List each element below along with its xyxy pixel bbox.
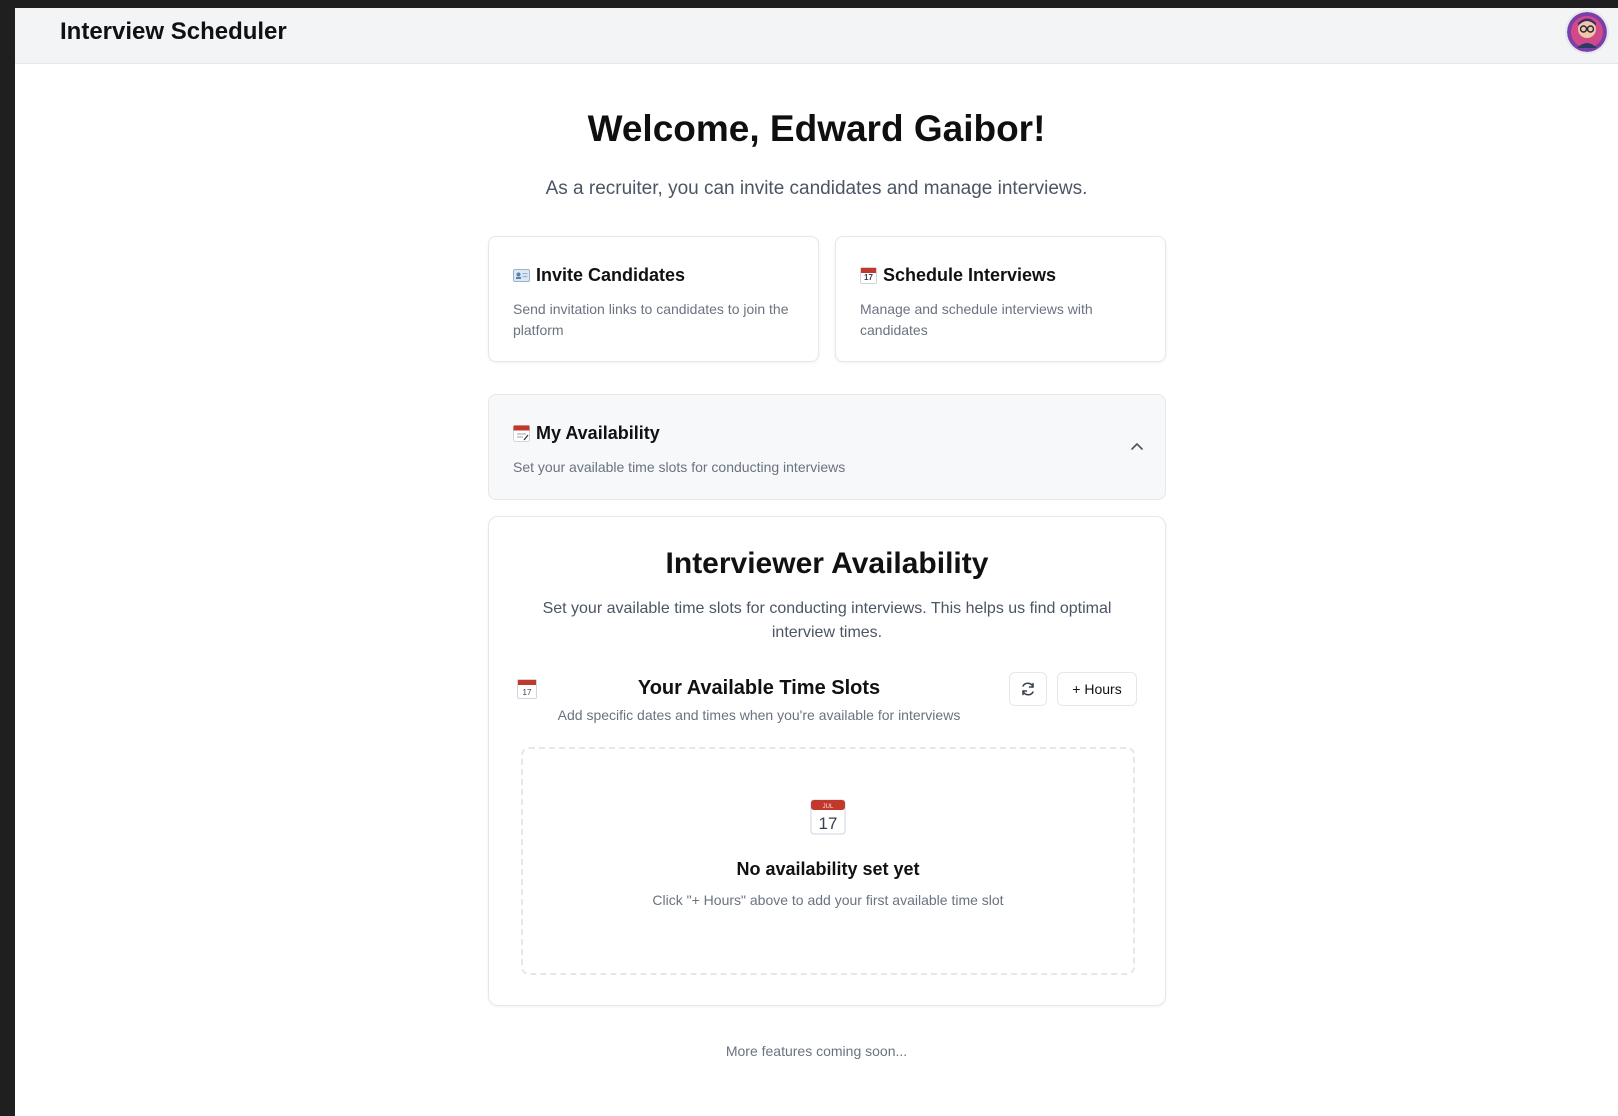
available-time-slots-title: Your Available Time Slots: [637, 677, 881, 699]
empty-state-title: No availability set yet: [736, 859, 920, 879]
schedule-interviews-title-row: 17 Schedule Interviews: [860, 265, 1056, 286]
invite-candidates-card[interactable]: Invite Candidates Send invitation links …: [488, 236, 819, 362]
my-availability-title-row: My Availability: [513, 423, 660, 444]
chevron-up-icon[interactable]: [1129, 439, 1145, 455]
slots-calendar-icon: 17: [517, 679, 537, 699]
empty-calendar-month: JUL: [823, 804, 834, 810]
invite-candidates-title: Invite Candidates: [536, 265, 686, 285]
invite-candidates-description: Send invitation links to candidates to j…: [513, 301, 789, 338]
my-availability-title: My Availability: [536, 423, 660, 443]
slots-calendar-date: 17: [522, 688, 532, 697]
user-avatar-icon: [1567, 12, 1607, 52]
empty-calendar-date: 17: [819, 814, 838, 833]
notepad-calendar-icon: [513, 425, 530, 442]
app-window: Interview Scheduler Welcome, Edward Gaib…: [15, 8, 1618, 1116]
schedule-interviews-card[interactable]: 17 Schedule Interviews Manage and schedu…: [835, 236, 1166, 362]
calendar-icon: 17: [860, 267, 877, 284]
my-availability-description: Set your available time slots for conduc…: [513, 459, 846, 475]
empty-availability-box: JUL 17 No availability set yet Click "+ …: [521, 747, 1135, 975]
calendar-icon: JUL 17: [810, 799, 846, 835]
footer-text: More features coming soon...: [725, 1043, 908, 1059]
my-availability-panel[interactable]: My Availability Set your available time …: [488, 394, 1166, 500]
interviewer-availability-title: Interviewer Availability: [665, 547, 989, 580]
schedule-interviews-title: Schedule Interviews: [883, 265, 1057, 285]
schedule-interviews-description: Manage and schedule interviews with cand…: [860, 301, 1093, 338]
top-bar: Interview Scheduler: [15, 8, 1618, 64]
avatar[interactable]: [1565, 10, 1609, 54]
id-card-icon: [513, 269, 530, 282]
welcome-title: Welcome, Edward Gaibor!: [587, 108, 1046, 149]
refresh-icon: [1022, 682, 1034, 696]
welcome-subtitle: As a recruiter, you can invite candidate…: [545, 178, 1088, 199]
interviewer-availability-description: Set your available time slots for conduc…: [542, 600, 1112, 641]
interviewer-availability-card: Interviewer Availability Set your availa…: [488, 516, 1166, 1006]
invite-candidates-title-row: Invite Candidates: [513, 265, 685, 286]
empty-state-description: Click "+ Hours" above to add your first …: [652, 892, 1004, 908]
add-hours-button[interactable]: + Hours: [1057, 672, 1137, 706]
available-time-slots-description: Add specific dates and times when you're…: [557, 707, 961, 723]
app-title: Interview Scheduler: [60, 18, 287, 45]
refresh-button[interactable]: [1009, 672, 1047, 706]
